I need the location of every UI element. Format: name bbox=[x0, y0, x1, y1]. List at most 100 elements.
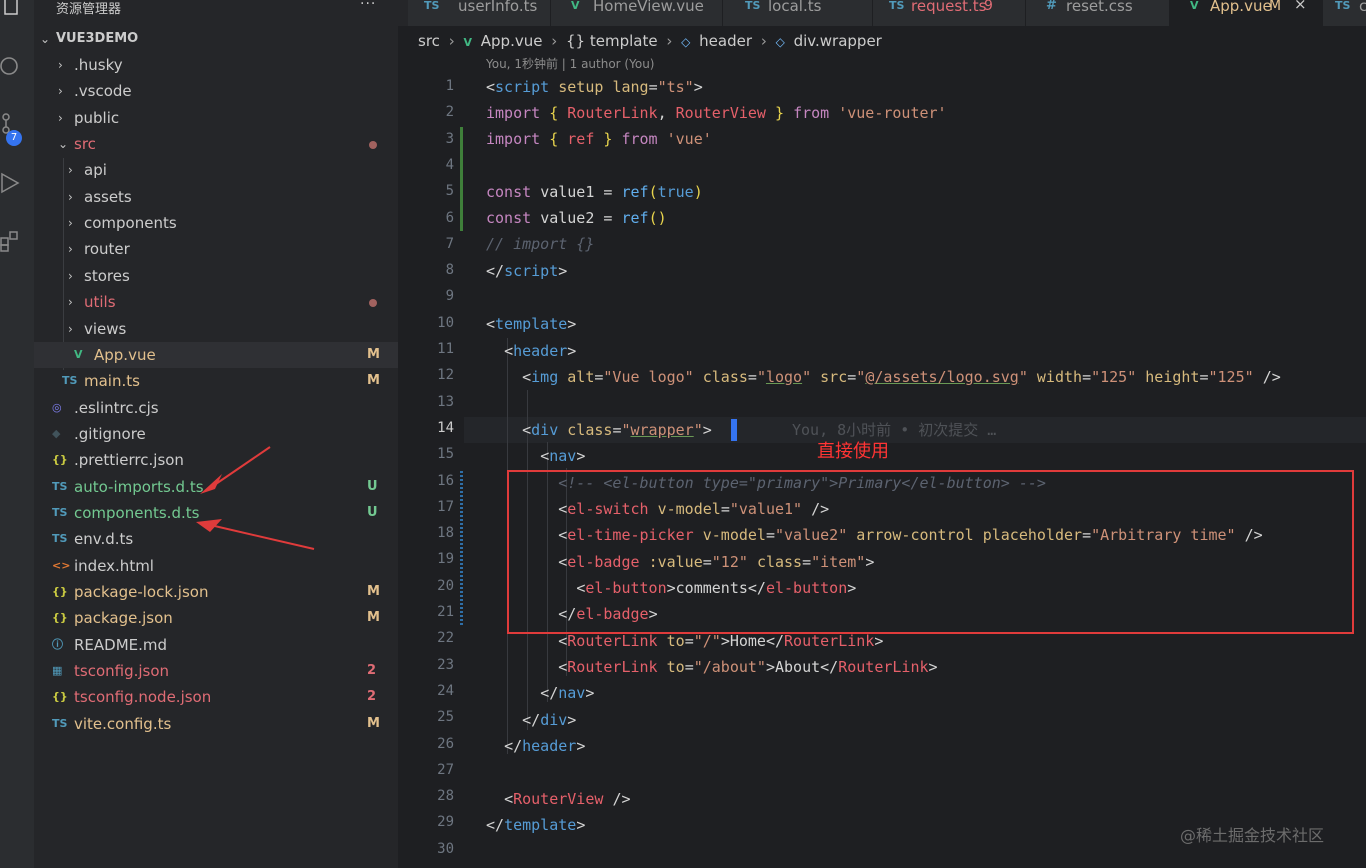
breadcrumb-item[interactable]: div.wrapper bbox=[794, 32, 882, 50]
line-number: 1 bbox=[445, 78, 454, 94]
explorer-icon[interactable] bbox=[2, 0, 24, 22]
error-count: 9 bbox=[984, 0, 993, 14]
line-number: 30 bbox=[437, 840, 454, 857]
project-name: VUE3DEMO bbox=[56, 31, 139, 46]
tab-request-ts[interactable]: TS request.ts 9 bbox=[873, 0, 1026, 26]
line-number: 23 bbox=[437, 656, 454, 673]
code-line: const value2 = ref() bbox=[486, 209, 667, 227]
line-number: 20 bbox=[437, 577, 454, 594]
tree-item[interactable]: <> index.html bbox=[34, 553, 398, 579]
tree-item[interactable]: {} tsconfig.node.json 2 bbox=[34, 684, 398, 710]
css-file-icon: # bbox=[1046, 0, 1057, 13]
git-status-badge: 2 bbox=[367, 663, 377, 679]
tree-item[interactable]: › components bbox=[34, 210, 398, 236]
ts-file-icon: TS bbox=[745, 0, 761, 12]
tree-item[interactable]: › views bbox=[34, 316, 398, 342]
json-file-icon: {} bbox=[52, 611, 68, 625]
tree-item[interactable]: › api bbox=[34, 157, 398, 183]
line-number: 10 bbox=[437, 314, 454, 331]
tree-item[interactable]: › assets bbox=[34, 184, 398, 210]
tree-item-label: public bbox=[74, 108, 120, 127]
git-status-badge: U bbox=[367, 504, 378, 520]
tree-item-label: assets bbox=[84, 187, 132, 206]
tab-homeview-vue[interactable]: V HomeView.vue bbox=[551, 0, 723, 26]
text-cursor bbox=[731, 419, 737, 441]
tree-item[interactable]: › router bbox=[34, 236, 398, 262]
project-root[interactable]: ⌄ VUE3DEMO bbox=[34, 26, 398, 52]
tab-userinfo-ts[interactable]: TS userInfo.ts bbox=[408, 0, 551, 26]
search-icon[interactable] bbox=[0, 56, 22, 78]
tree-item-label: components.d.ts bbox=[74, 503, 200, 522]
tree-item[interactable]: ▦ tsconfig.json 2 bbox=[34, 658, 398, 684]
tree-item-label: stores bbox=[84, 266, 130, 285]
tree-item-label: main.ts bbox=[84, 372, 140, 391]
gutter-changed-marker bbox=[460, 471, 463, 627]
tree-item[interactable]: › utils bbox=[34, 289, 398, 315]
line-number: 11 bbox=[437, 341, 454, 357]
tree-item[interactable]: ⌄ src bbox=[34, 131, 398, 157]
chevron-right-icon: › bbox=[68, 242, 73, 257]
code-line: </header> bbox=[504, 737, 586, 755]
code-line: </script> bbox=[486, 262, 568, 280]
tab-local-ts[interactable]: TS local.ts bbox=[723, 0, 873, 26]
tree-item[interactable]: ◆ .gitignore bbox=[34, 421, 398, 447]
extensions-icon[interactable] bbox=[0, 230, 22, 252]
breadcrumb-item[interactable]: header bbox=[699, 32, 752, 50]
tree-item[interactable]: TS components.d.ts U bbox=[34, 500, 398, 526]
tree-item[interactable]: {} package-lock.json M bbox=[34, 579, 398, 605]
code-line: <div class="wrapper"> bbox=[522, 421, 712, 439]
tab-label: request.ts bbox=[911, 0, 987, 15]
run-debug-icon[interactable] bbox=[0, 172, 22, 194]
chevron-right-icon: › bbox=[58, 110, 63, 125]
tree-item[interactable]: TS vite.config.ts M bbox=[34, 711, 398, 737]
line-number: 13 bbox=[437, 393, 454, 410]
git-file-icon: ◆ bbox=[52, 426, 61, 440]
code-line: <nav> bbox=[540, 447, 586, 465]
chevron-right-icon: › bbox=[760, 32, 767, 50]
json-file-icon: {} bbox=[52, 690, 68, 704]
tree-item[interactable]: ◎ .eslintrc.cjs bbox=[34, 395, 398, 421]
tree-item[interactable]: › .husky bbox=[34, 52, 398, 78]
gutter-modified-marker bbox=[460, 127, 463, 231]
tree-item[interactable]: V App.vue M bbox=[34, 341, 398, 368]
chevron-right-icon: › bbox=[58, 58, 63, 72]
ts-file-icon: TS bbox=[52, 532, 68, 546]
git-status-badge: U bbox=[367, 478, 378, 494]
code-line: // import {} bbox=[486, 235, 595, 253]
more-actions-icon[interactable]: ··· bbox=[360, 0, 376, 12]
tree-item[interactable]: › stores bbox=[34, 263, 398, 289]
tab-label: local.ts bbox=[768, 0, 822, 15]
tree-item-label: utils bbox=[84, 293, 116, 312]
tab-app-vue[interactable]: V App.vue M × bbox=[1170, 0, 1323, 26]
tab-reset-css[interactable]: # reset.css bbox=[1026, 0, 1170, 26]
breadcrumb-item[interactable]: src bbox=[418, 32, 440, 50]
tree-item[interactable]: › .vscode bbox=[34, 78, 398, 104]
tree-item[interactable]: › public bbox=[34, 105, 398, 131]
line-number: 24 bbox=[437, 682, 454, 699]
breadcrumb-item[interactable]: App.vue bbox=[481, 32, 543, 50]
modified-dot-icon bbox=[369, 141, 377, 150]
ts-file-icon: TS bbox=[424, 0, 440, 12]
code-line: <header> bbox=[504, 342, 577, 360]
tree-item[interactable]: TS main.ts M bbox=[34, 368, 398, 394]
chevron-right-icon: › bbox=[68, 295, 73, 310]
tab-label: App.vue bbox=[1210, 0, 1272, 15]
tree-item[interactable]: TS env.d.ts bbox=[34, 526, 398, 552]
close-icon[interactable]: × bbox=[1294, 0, 1307, 12]
tree-item-label: index.html bbox=[74, 556, 154, 575]
tree-item-label: package-lock.json bbox=[74, 583, 209, 601]
tree-item[interactable]: TS auto-imports.d.ts U bbox=[34, 474, 398, 500]
line-number: 2 bbox=[445, 104, 454, 121]
line-number: 12 bbox=[437, 367, 454, 384]
line-number: 27 bbox=[437, 761, 454, 778]
line-number: 14 bbox=[437, 419, 454, 436]
tree-item[interactable]: {} package.json M bbox=[34, 605, 398, 631]
modified-dot-icon bbox=[369, 299, 377, 308]
tree-item[interactable]: {} .prettierrc.json bbox=[34, 447, 398, 473]
breadcrumb-item[interactable]: {} template bbox=[566, 32, 658, 50]
tree-item-label: views bbox=[84, 319, 127, 338]
ts-file-icon: TS bbox=[52, 505, 68, 519]
tab-overflow[interactable]: TS c bbox=[1323, 0, 1366, 26]
tree-item[interactable]: ⓘ README.md bbox=[34, 632, 398, 658]
codelens-author[interactable]: You, 1秒钟前 | 1 author (You) bbox=[486, 55, 654, 72]
